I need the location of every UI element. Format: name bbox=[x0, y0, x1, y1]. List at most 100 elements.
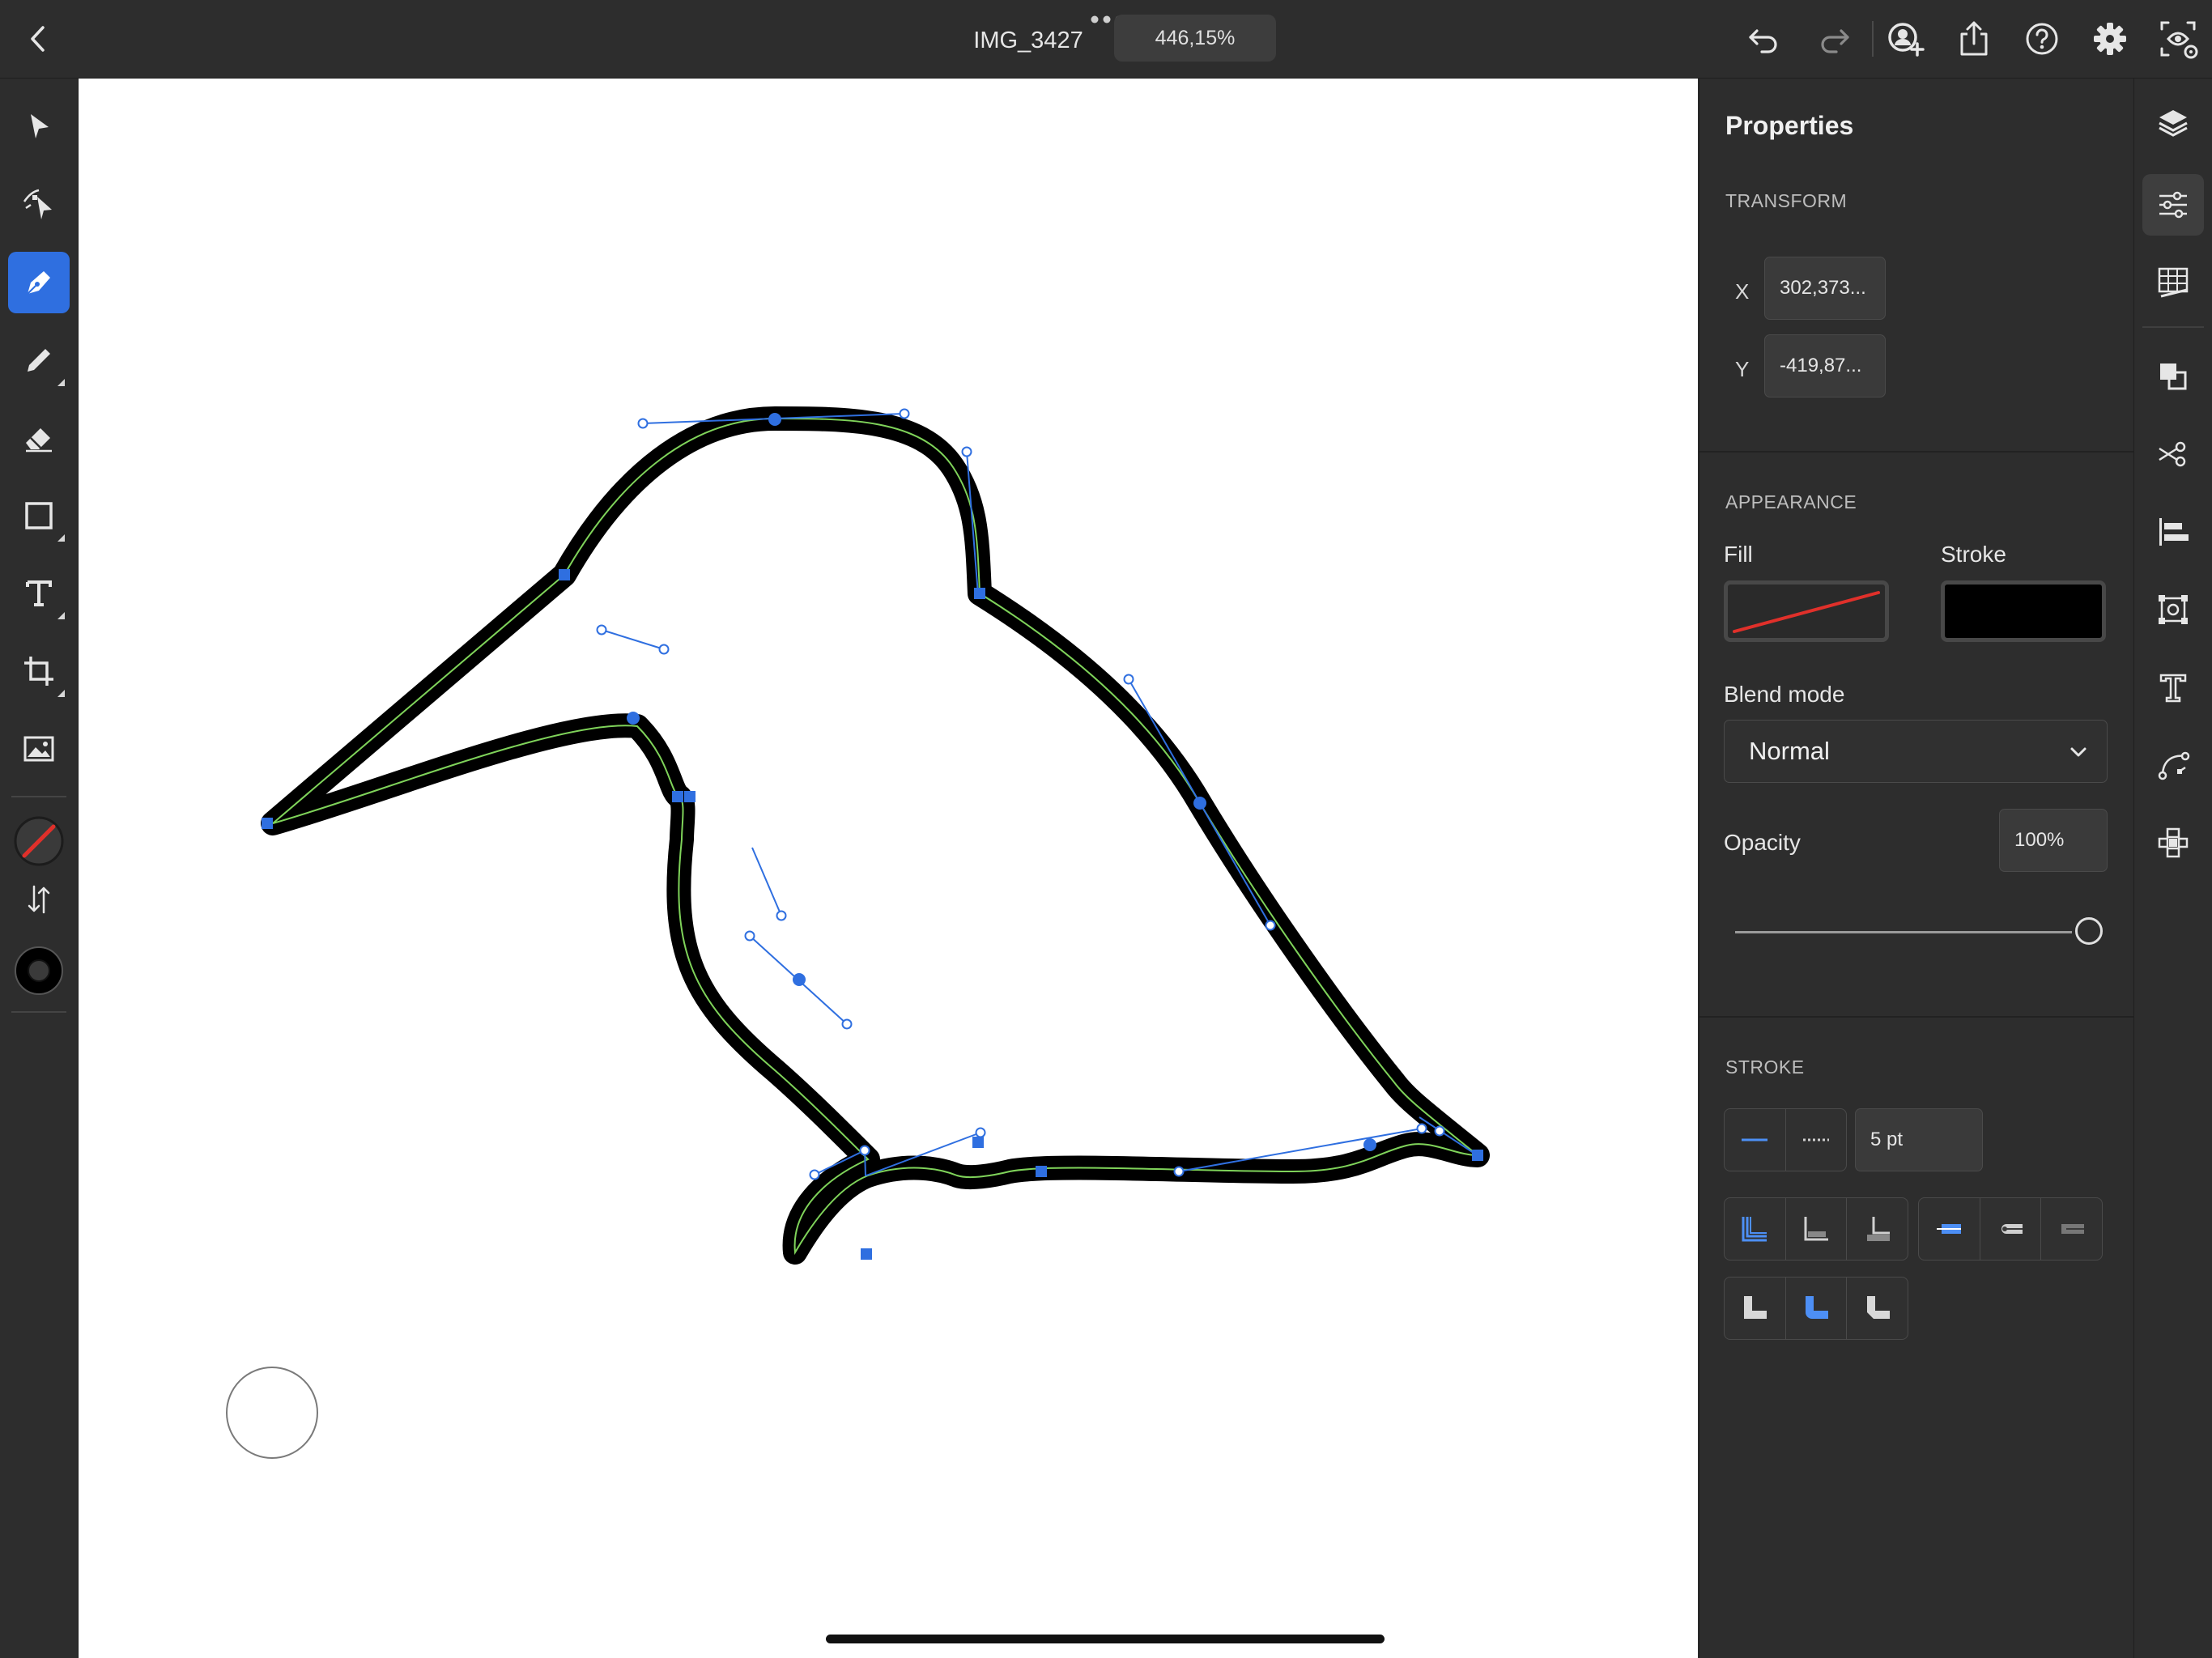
align-stroke-center-button[interactable] bbox=[1725, 1198, 1786, 1260]
grid-settings-button[interactable] bbox=[2142, 252, 2204, 313]
top-bar: IMG_3427 446,15% bbox=[0, 0, 2212, 79]
stroke-align-group bbox=[1724, 1197, 1908, 1261]
eraser-icon bbox=[26, 428, 52, 453]
path-guide bbox=[272, 417, 1480, 1256]
align-stroke-inside-button[interactable] bbox=[1786, 1198, 1848, 1260]
butt-cap-button[interactable] bbox=[1919, 1198, 1980, 1260]
left-toolbar bbox=[0, 79, 79, 1658]
stroke-color-swatch[interactable] bbox=[1941, 580, 2106, 642]
opacity-slider-handle[interactable] bbox=[2075, 917, 2103, 945]
solid-line-icon bbox=[1742, 1138, 1768, 1141]
swap-fill-stroke-button[interactable] bbox=[8, 875, 70, 924]
redo-button[interactable] bbox=[1814, 18, 1856, 60]
x-position-field[interactable]: 302,373... bbox=[1764, 257, 1886, 320]
path-edit-button[interactable] bbox=[2142, 734, 2204, 796]
pathfinder-icon bbox=[2160, 363, 2187, 390]
align-stroke-outside-button[interactable] bbox=[1847, 1198, 1908, 1260]
image-icon bbox=[23, 736, 54, 762]
blend-mode-value: Normal bbox=[1749, 737, 1830, 765]
projecting-cap-button[interactable] bbox=[2041, 1198, 2102, 1260]
toolbar-divider bbox=[11, 1011, 66, 1013]
miter-join-button[interactable] bbox=[1725, 1278, 1786, 1339]
properties-button[interactable] bbox=[2142, 174, 2204, 236]
stroke-inside-icon bbox=[1804, 1217, 1828, 1241]
undo-button[interactable] bbox=[1742, 18, 1784, 60]
align-button[interactable] bbox=[2142, 501, 2204, 563]
transform-section-label: TRANSFORM bbox=[1725, 190, 1848, 211]
document-title[interactable]: IMG_3427 bbox=[947, 23, 1109, 58]
round-join-button[interactable] bbox=[1786, 1278, 1848, 1339]
bevel-join-icon bbox=[1866, 1296, 1890, 1319]
character-button[interactable] bbox=[2142, 657, 2204, 718]
pen-nib-icon bbox=[27, 271, 50, 295]
plugin-icon bbox=[2158, 827, 2189, 858]
right-rail bbox=[2133, 79, 2212, 1658]
projecting-cap-icon bbox=[2061, 1224, 2084, 1234]
stroke-swatch[interactable] bbox=[8, 940, 70, 1001]
anchor-points[interactable] bbox=[262, 413, 1483, 1260]
transform-icon bbox=[2159, 595, 2188, 624]
crop-icon bbox=[24, 657, 53, 686]
round-cap-button[interactable] bbox=[1980, 1198, 2042, 1260]
rectangle-icon bbox=[25, 502, 53, 529]
stroke-cap-group bbox=[1918, 1197, 2103, 1261]
plugins-button[interactable] bbox=[2142, 812, 2204, 874]
help-icon bbox=[2026, 23, 2058, 55]
section-divider bbox=[1699, 451, 2133, 453]
back-button[interactable] bbox=[19, 19, 58, 58]
preview-button[interactable] bbox=[2157, 18, 2199, 60]
opacity-field[interactable]: 100% bbox=[1999, 809, 2108, 872]
type-tool[interactable] bbox=[8, 563, 70, 624]
round-cap-icon bbox=[2001, 1224, 2023, 1234]
add-person-icon bbox=[1888, 23, 1925, 57]
zoom-level[interactable]: 446,15% bbox=[1114, 15, 1276, 62]
pen-tool[interactable] bbox=[8, 252, 70, 313]
stroke-center-icon bbox=[1742, 1217, 1767, 1242]
selection-tool[interactable] bbox=[8, 96, 70, 158]
butt-cap-icon bbox=[1937, 1224, 1962, 1234]
solid-stroke-button[interactable] bbox=[1725, 1109, 1786, 1171]
y-position-field[interactable]: -419,87... bbox=[1764, 334, 1886, 397]
crop-tool[interactable] bbox=[8, 640, 70, 702]
help-button[interactable] bbox=[2021, 18, 2063, 60]
direct-selection-tool[interactable] bbox=[8, 174, 70, 236]
dashed-line-icon bbox=[1802, 1138, 1829, 1141]
stroke-weight-field[interactable]: 5 pt bbox=[1855, 1108, 1983, 1171]
arrow-pointer-icon bbox=[31, 114, 49, 138]
dashed-stroke-button[interactable] bbox=[1786, 1109, 1847, 1171]
blend-mode-dropdown[interactable]: Normal bbox=[1724, 720, 2108, 783]
eraser-tool[interactable] bbox=[8, 407, 70, 469]
round-join-icon bbox=[1806, 1296, 1828, 1319]
properties-title: Properties bbox=[1725, 111, 1854, 140]
artwork[interactable] bbox=[79, 79, 1698, 1658]
canvas[interactable] bbox=[79, 79, 1698, 1658]
tool-group-indicator bbox=[57, 534, 65, 542]
bezier-handles bbox=[596, 408, 1479, 1180]
home-indicator[interactable] bbox=[826, 1635, 1385, 1643]
tool-group-indicator bbox=[57, 612, 65, 619]
cut-button[interactable] bbox=[2142, 423, 2204, 485]
stroke-section-label: STROKE bbox=[1725, 1056, 1805, 1078]
shape-tool[interactable] bbox=[8, 485, 70, 546]
fill-color-swatch[interactable] bbox=[1724, 580, 1889, 642]
invite-button[interactable] bbox=[1885, 18, 1927, 60]
chevron-left-icon bbox=[31, 26, 45, 52]
bevel-join-button[interactable] bbox=[1847, 1278, 1908, 1339]
transform-button[interactable] bbox=[2142, 579, 2204, 640]
text-properties-icon bbox=[2159, 674, 2187, 703]
appearance-section-label: APPEARANCE bbox=[1725, 491, 1857, 512]
bird-path[interactable] bbox=[261, 406, 1490, 1265]
properties-panel: Properties TRANSFORM X 302,373... Y -419… bbox=[1699, 79, 2133, 1658]
layers-button[interactable] bbox=[2142, 91, 2204, 153]
fill-swatch[interactable] bbox=[8, 810, 70, 872]
pencil-tool[interactable] bbox=[8, 329, 70, 391]
undo-icon bbox=[1749, 29, 1777, 53]
place-image-tool[interactable] bbox=[8, 718, 70, 780]
stroke-label: Stroke bbox=[1941, 542, 2006, 567]
blend-mode-label: Blend mode bbox=[1724, 682, 1845, 707]
share-button[interactable] bbox=[1953, 18, 1995, 60]
pathfinder-button[interactable] bbox=[2142, 346, 2204, 407]
opacity-slider-track[interactable] bbox=[1735, 931, 2072, 933]
settings-button[interactable] bbox=[2089, 18, 2131, 60]
grid-ruler-icon bbox=[2158, 267, 2189, 298]
